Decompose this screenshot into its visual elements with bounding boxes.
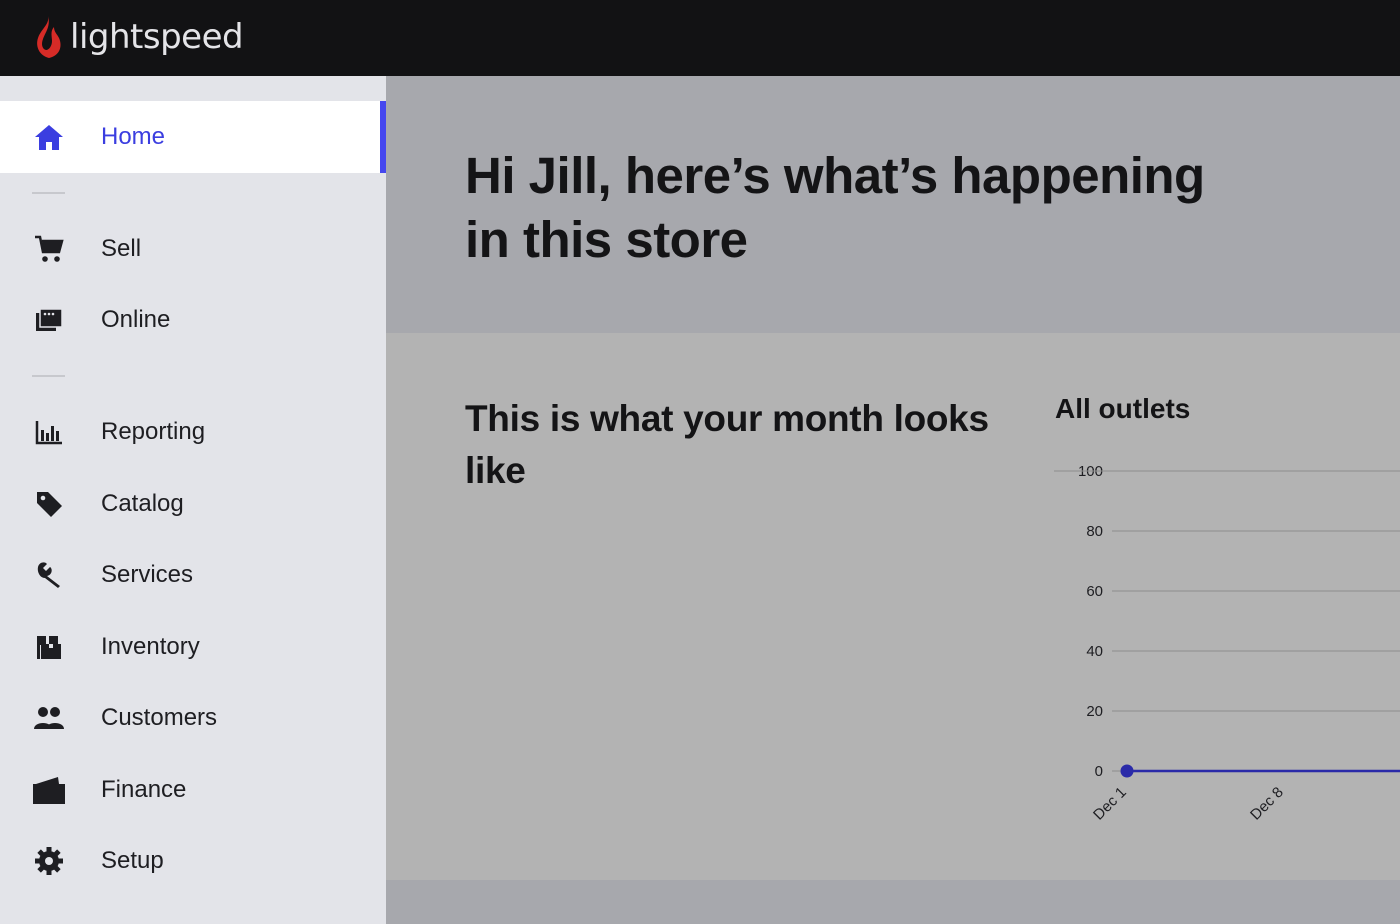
logo-text: lightspeed [70, 17, 244, 57]
y-tick-label: 60 [1086, 583, 1103, 600]
boxes-icon [32, 630, 66, 664]
sidebar-item-label: Sell [101, 235, 142, 262]
sidebar-item-sell[interactable]: Sell [0, 213, 386, 285]
sidebar-item-inventory[interactable]: Inventory [0, 611, 386, 683]
wrench-icon [32, 558, 66, 592]
greeting-hero: Hi Jill, here’s what’s happening in this… [386, 76, 1400, 333]
bottom-strip [386, 880, 1400, 924]
data-point [1120, 764, 1134, 778]
x-tick-label: Dec 8 [1247, 784, 1287, 824]
gear-icon [32, 844, 66, 878]
sidebar-item-label: Services [101, 561, 194, 588]
sidebar-item-label: Home [101, 123, 166, 150]
page-title: Hi Jill, here’s what’s happening in this… [465, 147, 1205, 268]
sidebar-item-label: Catalog [101, 490, 184, 517]
sidebar-item-customers[interactable]: Customers [0, 682, 386, 754]
divider [32, 375, 65, 377]
y-tick-label: 0 [1095, 763, 1103, 780]
sidebar-item-catalog[interactable]: Catalog [0, 468, 386, 540]
outlets-line-chart: 020406080100Dec 1 Dec 8 [1054, 463, 1400, 824]
divider [32, 192, 65, 194]
sidebar-item-label: Inventory [101, 633, 200, 660]
cart-icon [32, 232, 66, 266]
y-tick-label: 40 [1086, 643, 1103, 660]
sidebar-item-label: Finance [101, 776, 187, 803]
sidebar-item-label: Setup [101, 847, 164, 874]
month-title: This is what your month looks like [465, 398, 989, 491]
people-icon [32, 701, 66, 735]
top-bar: lightspeed [0, 0, 1400, 76]
x-tick-label: Dec 1 [1090, 784, 1130, 824]
online-store-icon [32, 303, 66, 337]
home-icon [32, 120, 66, 154]
bar-chart-icon [32, 415, 66, 449]
chart-title: All outlets [1055, 393, 1191, 424]
sidebar-item-setup[interactable]: Setup [0, 825, 386, 897]
lightspeed-logo[interactable]: lightspeed [32, 12, 244, 62]
wallet-icon [32, 773, 66, 807]
y-tick-label: 20 [1086, 703, 1103, 720]
sidebar-item-services[interactable]: Services [0, 539, 386, 611]
sidebar-item-finance[interactable]: Finance [0, 754, 386, 826]
sidebar-item-online[interactable]: Online [0, 284, 386, 356]
y-tick-label: 80 [1086, 523, 1103, 540]
sidebar-item-label: Online [101, 306, 171, 333]
sidebar-item-reporting[interactable]: Reporting [0, 396, 386, 468]
sidebar-item-label: Reporting [101, 418, 206, 445]
month-overview-panel: This is what your month looks like All o… [386, 333, 1400, 880]
sidebar-nav: Home Sell Online Reporting Catalog Servi… [0, 76, 386, 924]
sidebar-item-home[interactable]: Home [0, 101, 386, 173]
tag-icon [32, 487, 66, 521]
flame-logo-icon [37, 16, 61, 58]
sidebar-item-label: Customers [101, 704, 218, 731]
